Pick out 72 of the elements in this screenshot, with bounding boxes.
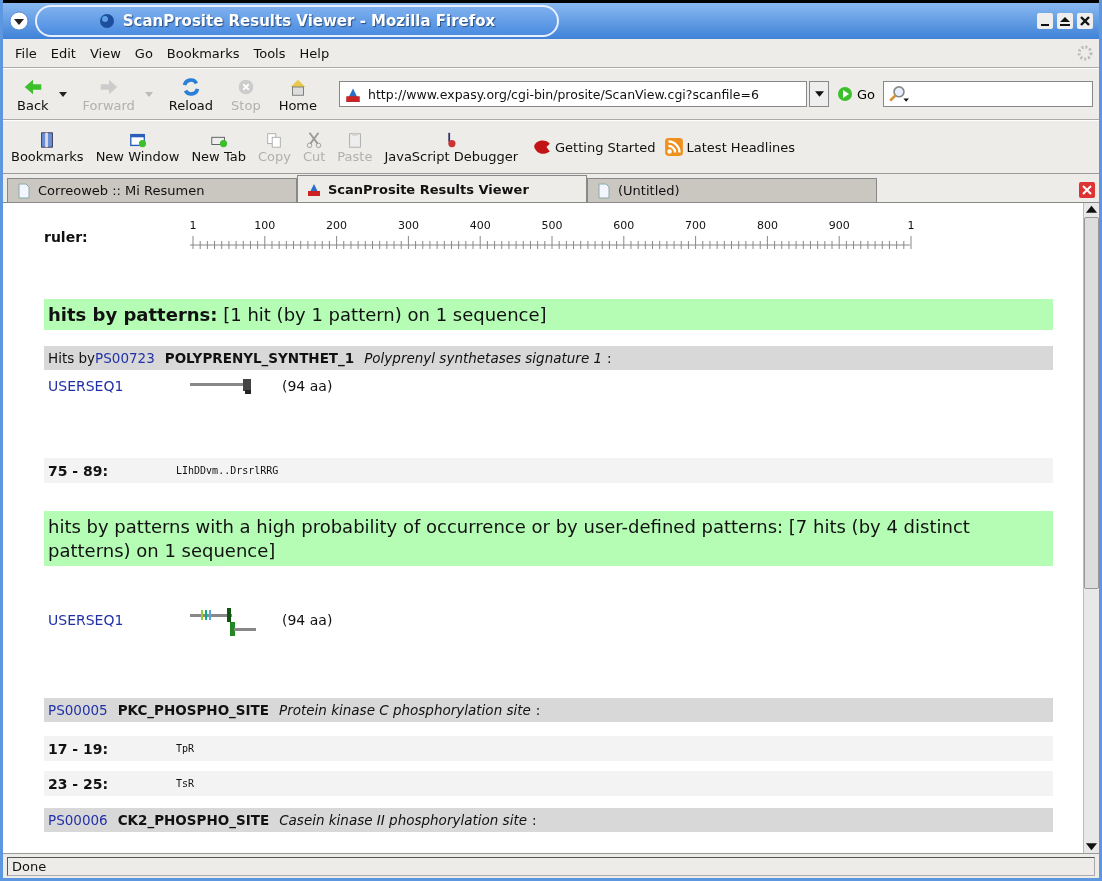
pattern-name: POLYPRENYL_SYNTHET_1 — [164, 350, 355, 367]
play-icon — [837, 86, 854, 102]
header-label: Hits by — [48, 350, 96, 367]
accession-link[interactable]: PS00723 — [95, 350, 155, 367]
sequence-hits-drawing — [190, 608, 256, 637]
caret-icon[interactable] — [58, 91, 67, 97]
pattern-name: CK2_PHOSPHO_SITE — [117, 812, 270, 829]
sequence-link[interactable]: USERSEQ1 — [48, 612, 190, 629]
colon-text: : — [607, 350, 612, 367]
address-field[interactable]: http://www.expasy.org/cgi-bin/prosite/ScanView.cgi?scanfile=6 — [339, 81, 808, 107]
toolbar-button[interactable]: Back — [9, 73, 57, 115]
menu-item[interactable]: Bookmarks — [160, 43, 246, 63]
toolbar-button[interactable]: Reload — [160, 73, 222, 115]
page-icon — [16, 182, 32, 199]
section-heading: hits by patterns: [1 hit (by 1 pattern) on 1 sequence] — [44, 299, 1053, 331]
globe-icon — [98, 13, 115, 29]
pattern-description: Polyprenyl synthetases signature 1 — [364, 350, 603, 367]
matched-sequence: TpR — [176, 743, 195, 755]
toolbar-button[interactable]: JavaScript Debugger — [378, 128, 525, 166]
close-tab-icon[interactable] — [1079, 182, 1095, 198]
menu-item[interactable]: View — [83, 43, 127, 63]
scrollbar-thumb[interactable] — [1084, 217, 1099, 589]
copy-icon — [265, 130, 284, 149]
accession-link[interactable]: PS00005 — [48, 702, 108, 719]
sequence-length: (94 aa) — [282, 378, 333, 395]
scissors-icon — [305, 130, 324, 149]
status-text: Done — [7, 856, 1095, 876]
toolbar-button[interactable]: New Tab — [185, 128, 252, 166]
section-heading: hits by patterns with a high probability of occurrence or by user-defined patterns: [7 hits (by 4 distinct patterns) on 1 sequence] — [44, 511, 1053, 567]
search-field[interactable] — [883, 81, 1093, 107]
match-range: 23 - 25: — [48, 775, 110, 792]
ruler-scale: 1 100 200 300 400 500 600 700 800 900 1 — [190, 217, 924, 257]
toolbar-button[interactable]: Home — [270, 73, 326, 115]
window-menu-icon[interactable] — [9, 11, 29, 31]
page-icon — [596, 182, 612, 199]
menu-item[interactable]: Edit — [44, 43, 82, 63]
browser-tab[interactable]: Correoweb :: Mi Resumen — [7, 178, 297, 202]
colon-text: : — [535, 702, 541, 719]
match-range: 17 - 19: — [48, 740, 110, 757]
browser-tab[interactable]: (Untitled) — [587, 178, 877, 202]
pattern-description: Casein kinase II phosphorylation site — [279, 812, 527, 829]
close-icon[interactable] — [1077, 13, 1093, 29]
history-dropdown-button[interactable] — [809, 81, 830, 107]
rss-feed-icon — [663, 137, 684, 157]
toolbar-button[interactable]: Bookmarks — [5, 128, 90, 166]
menu-item[interactable]: Go — [128, 43, 159, 63]
scrollbar[interactable] — [1083, 203, 1099, 853]
maximize-icon[interactable] — [1057, 13, 1073, 29]
pattern-name: PKC_PHOSPHO_SITE — [117, 702, 270, 719]
minimize-icon[interactable] — [1037, 13, 1053, 29]
menu-item[interactable]: Tools — [247, 43, 292, 63]
ruler-label: ruler: — [44, 229, 89, 245]
matched-sequence: LIhDDvm..DrsrlRRG — [176, 465, 279, 477]
sequence-hit-drawing — [190, 379, 252, 396]
accession-link[interactable]: PS00006 — [48, 812, 108, 829]
go-button[interactable]: Go — [831, 86, 882, 102]
pattern-description: Protein kinase C phosphorylation site — [279, 702, 531, 719]
match-range: 75 - 89: — [48, 462, 110, 479]
colon-text: : — [532, 812, 537, 829]
throbber-icon — [1077, 45, 1093, 61]
search-icon[interactable] — [888, 85, 911, 103]
window-title: ScanProsite Results Viewer - Mozilla Firefox — [122, 12, 496, 30]
matched-sequence: TsR — [176, 778, 195, 790]
sequence-link[interactable]: USERSEQ1 — [48, 378, 190, 395]
caret-icon — [814, 91, 824, 97]
menu-item[interactable]: Help — [293, 43, 336, 63]
bookmark-link[interactable]: Getting Started — [532, 137, 656, 157]
browser-tab[interactable]: ScanProsite Results Viewer — [297, 175, 587, 202]
menu-item[interactable]: File — [9, 43, 43, 63]
bookmark-link[interactable]: Latest Headlines — [663, 137, 796, 157]
toolbar-button[interactable]: New Window — [89, 128, 186, 166]
sequence-length: (94 aa) — [282, 612, 333, 629]
